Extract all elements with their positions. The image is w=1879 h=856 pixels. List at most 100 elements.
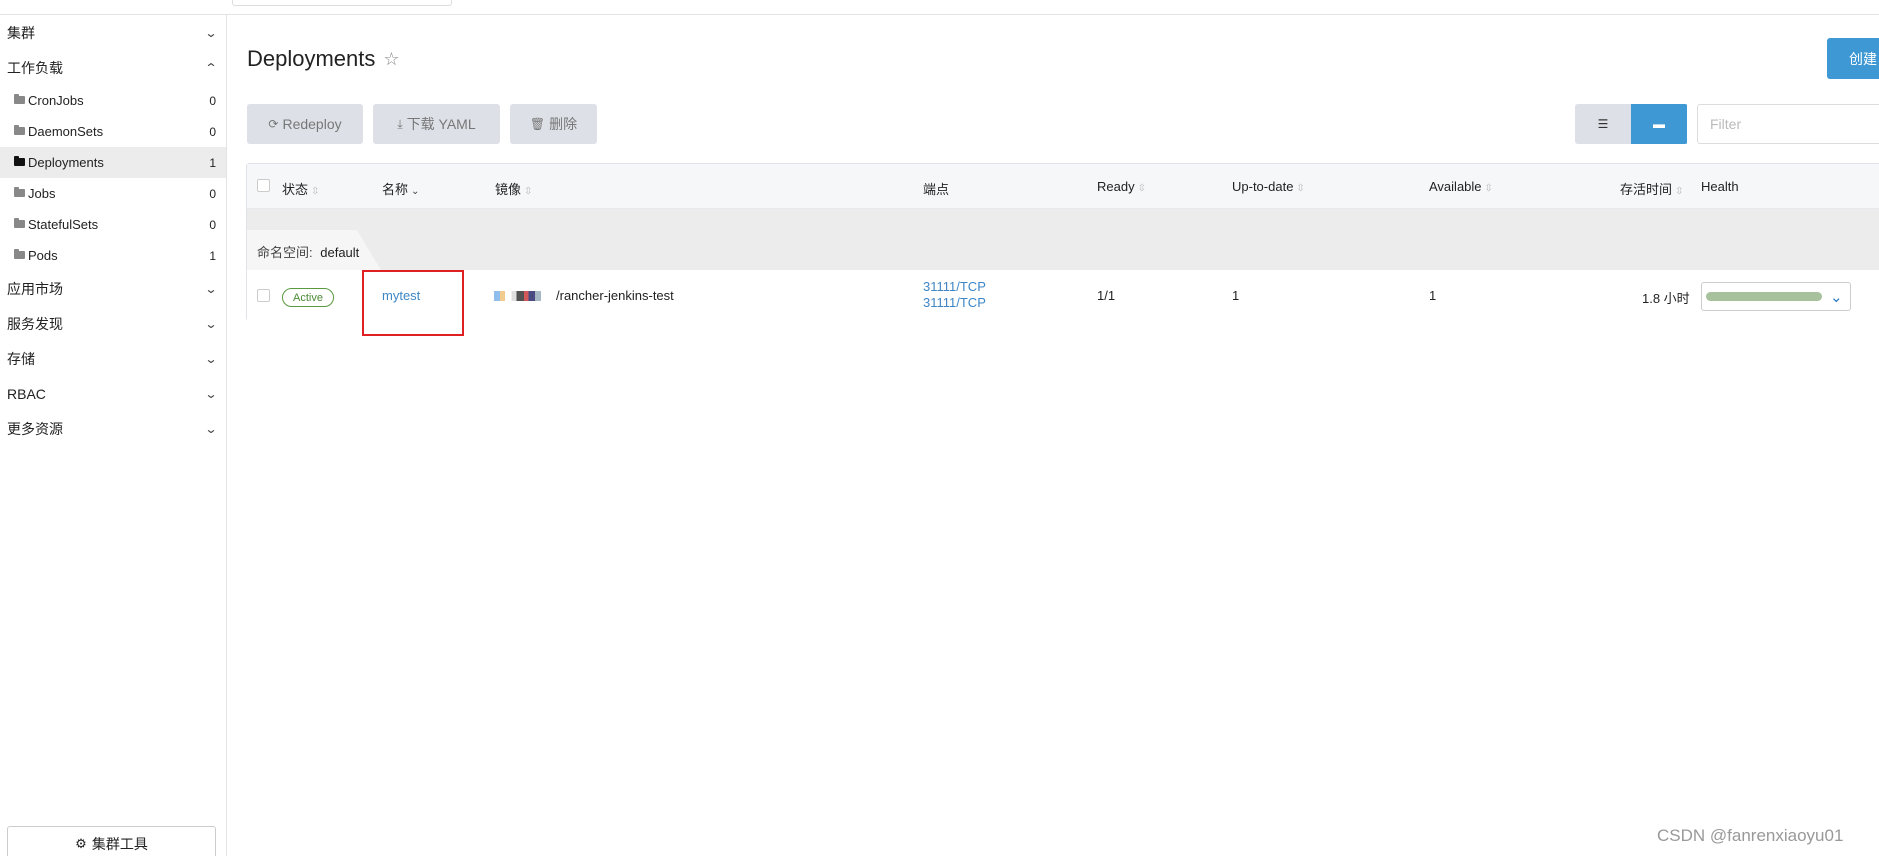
- create-button-label: 创建: [1849, 50, 1877, 67]
- filter-input[interactable]: [1697, 104, 1879, 144]
- sidebar-item-daemonsets[interactable]: DaemonSets 0: [0, 116, 226, 147]
- sidebar-group-workloads[interactable]: 工作负载 ⌃: [0, 50, 226, 85]
- sidebar-item-jobs[interactable]: Jobs 0: [0, 178, 226, 209]
- delete-button[interactable]: 🗑 删除: [510, 104, 597, 144]
- group-view-button[interactable]: ▬: [1631, 104, 1687, 144]
- endpoint-link[interactable]: 31111/TCP: [923, 295, 986, 310]
- sort-icon: ⇳: [524, 186, 533, 197]
- sidebar-group-rbac[interactable]: RBAC ⌄: [0, 376, 226, 411]
- redeploy-label: Redeploy: [282, 116, 342, 132]
- sidebar-item-count: 0: [209, 93, 216, 108]
- sort-icon: ⇳: [1675, 186, 1684, 197]
- kebab-menu-icon[interactable]: ⋮: [1875, 286, 1879, 306]
- sidebar-item-label: StatefulSets: [28, 217, 99, 232]
- cluster-tools-button[interactable]: ⚙ 集群工具: [7, 826, 216, 856]
- image-name: /rancher-jenkins-test: [556, 288, 674, 303]
- sidebar: 集群 ⌄ 工作负载 ⌃ CronJobs 0 DaemonSets 0 Depl…: [0, 15, 227, 856]
- row-checkbox[interactable]: [257, 289, 270, 302]
- sidebar-group-label: 服务发现: [7, 315, 63, 332]
- health-dropdown[interactable]: ⌄: [1701, 282, 1851, 311]
- age-cell: 1.8 小时: [1642, 291, 1690, 306]
- page-title: Deployments ☆: [247, 46, 400, 72]
- select-all-checkbox[interactable]: [257, 179, 270, 192]
- folder-icon: [14, 93, 25, 104]
- column-header-up-to-date[interactable]: Up-to-date ⇳: [1232, 179, 1305, 194]
- sidebar-group-cluster[interactable]: 集群 ⌄: [0, 15, 226, 50]
- delete-label: 删除: [549, 116, 578, 132]
- page-title-text: Deployments: [247, 46, 376, 71]
- status-badge: Active: [282, 288, 334, 307]
- top-search-stub[interactable]: [232, 0, 452, 6]
- sidebar-item-label: CronJobs: [28, 93, 84, 108]
- column-header-label: 状态: [282, 182, 309, 197]
- column-header-endpoints: 端点: [923, 179, 949, 198]
- star-icon[interactable]: ☆: [383, 49, 399, 70]
- column-header-available[interactable]: Available ⇳: [1429, 179, 1493, 194]
- folder-icon: ▬: [1653, 117, 1665, 131]
- sidebar-item-label: DaemonSets: [28, 124, 104, 139]
- refresh-icon: ⟳: [268, 117, 279, 131]
- table-row: Active mytest /rancher-jenkins-test 3111…: [247, 270, 1879, 321]
- trash-icon: 🗑: [529, 117, 546, 131]
- sidebar-item-pods[interactable]: Pods 1: [0, 240, 226, 271]
- chevron-down-icon: ⌄: [204, 25, 218, 40]
- up-to-date-cell: 1: [1232, 288, 1240, 303]
- sidebar-item-count: 1: [209, 248, 216, 263]
- folder-icon: [14, 124, 25, 135]
- table-header: 状态 ⇳ 名称 ⌄ 镜像 ⇳ 端点 Ready ⇳ Up-to-date ⇳ Availa…: [247, 164, 1879, 209]
- annotation-highlight-box: [362, 270, 464, 336]
- create-button[interactable]: 创建: [1827, 38, 1879, 79]
- column-header-status[interactable]: 状态 ⇳: [282, 179, 319, 198]
- folder-open-icon: [14, 155, 25, 166]
- column-header-label: 名称: [382, 182, 409, 197]
- chevron-down-icon: ⌄: [1830, 287, 1843, 306]
- download-yaml-button[interactable]: ⤓ 下载 YAML: [373, 104, 500, 144]
- ready-cell: 1/1: [1097, 288, 1116, 303]
- namespace-label: 命名空间:: [257, 245, 313, 260]
- chevron-down-icon: ⌄: [204, 421, 218, 436]
- top-bar: [0, 0, 1879, 15]
- redeploy-button[interactable]: ⟳ Redeploy: [247, 104, 363, 144]
- status-badge-label: Active: [293, 291, 323, 304]
- list-icon: ☰: [1597, 117, 1609, 131]
- view-toggle: ☰ ▬: [1575, 104, 1688, 144]
- sidebar-group-apps[interactable]: 应用市场 ⌄: [0, 271, 226, 306]
- gear-icon: ⚙: [75, 836, 87, 851]
- sort-icon: ⇳: [1484, 183, 1493, 194]
- namespace-tab: 命名空间: default: [247, 230, 381, 270]
- column-header-label: Ready: [1097, 179, 1135, 194]
- sidebar-item-count: 1: [209, 155, 216, 170]
- redacted-image-prefix: [494, 290, 556, 301]
- namespace-name: default: [320, 245, 360, 260]
- sidebar-item-count: 0: [209, 186, 216, 201]
- sort-icon: ⇳: [1296, 183, 1305, 194]
- folder-icon: [14, 248, 25, 259]
- namespace-group-row: 命名空间: default: [247, 209, 1879, 270]
- sidebar-item-deployments[interactable]: Deployments 1: [0, 147, 226, 178]
- sidebar-group-more-resources[interactable]: 更多资源 ⌄: [0, 411, 226, 446]
- sort-icon: ⇳: [311, 186, 320, 197]
- image-cell: /rancher-jenkins-test: [494, 288, 674, 303]
- column-header-label: 存活时间: [1620, 182, 1673, 197]
- column-header-ready[interactable]: Ready ⇳: [1097, 179, 1146, 194]
- deployments-table: 状态 ⇳ 名称 ⌄ 镜像 ⇳ 端点 Ready ⇳ Up-to-date ⇳ Availa…: [246, 163, 1879, 321]
- list-view-button[interactable]: ☰: [1575, 104, 1631, 144]
- sidebar-group-service-discovery[interactable]: 服务发现 ⌄: [0, 306, 226, 341]
- column-header-name[interactable]: 名称 ⌄: [382, 179, 419, 198]
- column-header-label: Available: [1429, 179, 1482, 194]
- column-header-image[interactable]: 镜像 ⇳: [495, 179, 532, 198]
- endpoint-link[interactable]: 31111/TCP: [923, 279, 986, 294]
- sidebar-item-statefulsets[interactable]: StatefulSets 0: [0, 209, 226, 240]
- watermark: CSDN @fanrenxiaoyu01: [1657, 826, 1844, 845]
- sidebar-item-label: Deployments: [28, 155, 104, 170]
- column-header-age[interactable]: 存活时间 ⇳: [1620, 179, 1683, 198]
- column-header-label: Up-to-date: [1232, 179, 1294, 194]
- sidebar-item-count: 0: [209, 217, 216, 232]
- download-icon: ⤓: [397, 116, 403, 131]
- sidebar-group-storage[interactable]: 存储 ⌄: [0, 341, 226, 376]
- sidebar-group-label: 工作负载: [7, 59, 63, 76]
- column-header-label: 端点: [923, 182, 950, 197]
- sidebar-item-cronjobs[interactable]: CronJobs 0: [0, 85, 226, 116]
- cluster-tools-label: 集群工具: [91, 836, 148, 852]
- chevron-down-icon: ⌄: [204, 281, 218, 296]
